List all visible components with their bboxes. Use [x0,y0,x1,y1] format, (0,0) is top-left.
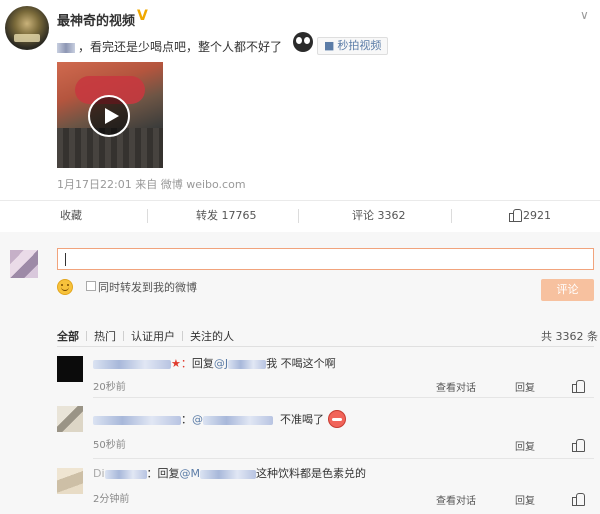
video-camera-icon: ■ [324,39,335,52]
post-time[interactable]: 1月17日22:01 [57,178,132,191]
video-link-tag[interactable]: ■ 秒拍视频 [317,37,389,55]
smiley-icon[interactable] [57,279,73,295]
redacted-mention [57,42,75,53]
comment-avatar[interactable] [57,468,83,494]
comment-button[interactable]: 评论 3362 [352,202,406,230]
post-source[interactable]: 微博 weibo.com [161,178,246,191]
thumbs-up-icon[interactable] [572,439,585,452]
reply-button[interactable]: 回复 [515,438,535,453]
mention-link[interactable]: @M [180,467,257,480]
tab-following[interactable]: 关注的人 [190,328,234,344]
submit-comment-button[interactable]: 评论 [541,279,594,301]
comment-total: 共 3362 条 [541,330,598,343]
divider [0,200,600,201]
eyes-emoji-icon [293,32,313,52]
current-user-avatar [10,250,38,278]
post-meta: 1月17日22:01 来自 微博 weibo.com [57,178,246,191]
comment-body: Di ：回复@M 这种饮料都是色素兑的 [93,467,367,480]
view-conversation-button[interactable]: 查看对话 [436,379,476,394]
mention-link[interactable]: @ [192,413,273,426]
angry-face-icon [327,410,346,428]
tab-hot[interactable]: 热门 [94,328,116,344]
comment-time: 2分钟前 [93,494,130,505]
comment-avatar[interactable] [57,406,83,432]
redacted-username[interactable] [93,359,171,369]
post-text: ，看完还是少喝点吧，整个人都不好了 [57,38,282,55]
author-name[interactable]: 最神奇的视频 [57,10,135,29]
thumbs-up-icon[interactable] [572,380,585,393]
verified-v-icon: V [137,8,148,24]
play-icon[interactable] [88,95,130,137]
comment-time: 20秒前 [93,382,126,393]
reply-button[interactable]: 回复 [515,492,535,507]
like-button[interactable]: 2921 [509,202,551,230]
redacted-username[interactable] [104,469,147,479]
comment-avatar[interactable] [57,356,83,382]
view-conversation-button[interactable]: 查看对话 [436,492,476,507]
comment-body: ★：回复@J 我 不喝这个啊 [93,355,336,371]
author-avatar[interactable] [5,6,49,50]
repost-button[interactable]: 转发 17765 [196,202,257,230]
comment-filter-tabs: 全部 热门 认证用户 关注的人 [57,328,234,344]
repost-checkbox-label[interactable]: 同时转发到我的微博 [98,279,197,295]
comment-input[interactable] [57,248,594,270]
video-thumbnail[interactable] [57,62,163,168]
favorite-button[interactable]: 收藏 [60,202,82,230]
thumbs-up-icon[interactable] [572,493,585,506]
tab-verified[interactable]: 认证用户 [131,328,175,344]
redacted-username[interactable] [93,415,181,425]
mention-link[interactable]: @J [214,357,267,370]
action-bar: 收藏 转发 17765 评论 3362 2921 [0,202,600,230]
tab-all[interactable]: 全部 [57,328,79,344]
comment-time: 50秒前 [93,440,126,451]
thumbs-up-icon [509,209,522,222]
repost-checkbox[interactable] [86,281,96,291]
weibo-post: 最神奇的视频 V ∨ ，看完还是少喝点吧，整个人都不好了 ■ 秒拍视频 1月17日… [0,0,600,200]
comment-body: ：@ 不准喝了 [93,410,346,428]
reply-button[interactable]: 回复 [515,379,535,394]
chevron-down-icon[interactable]: ∨ [580,8,589,22]
